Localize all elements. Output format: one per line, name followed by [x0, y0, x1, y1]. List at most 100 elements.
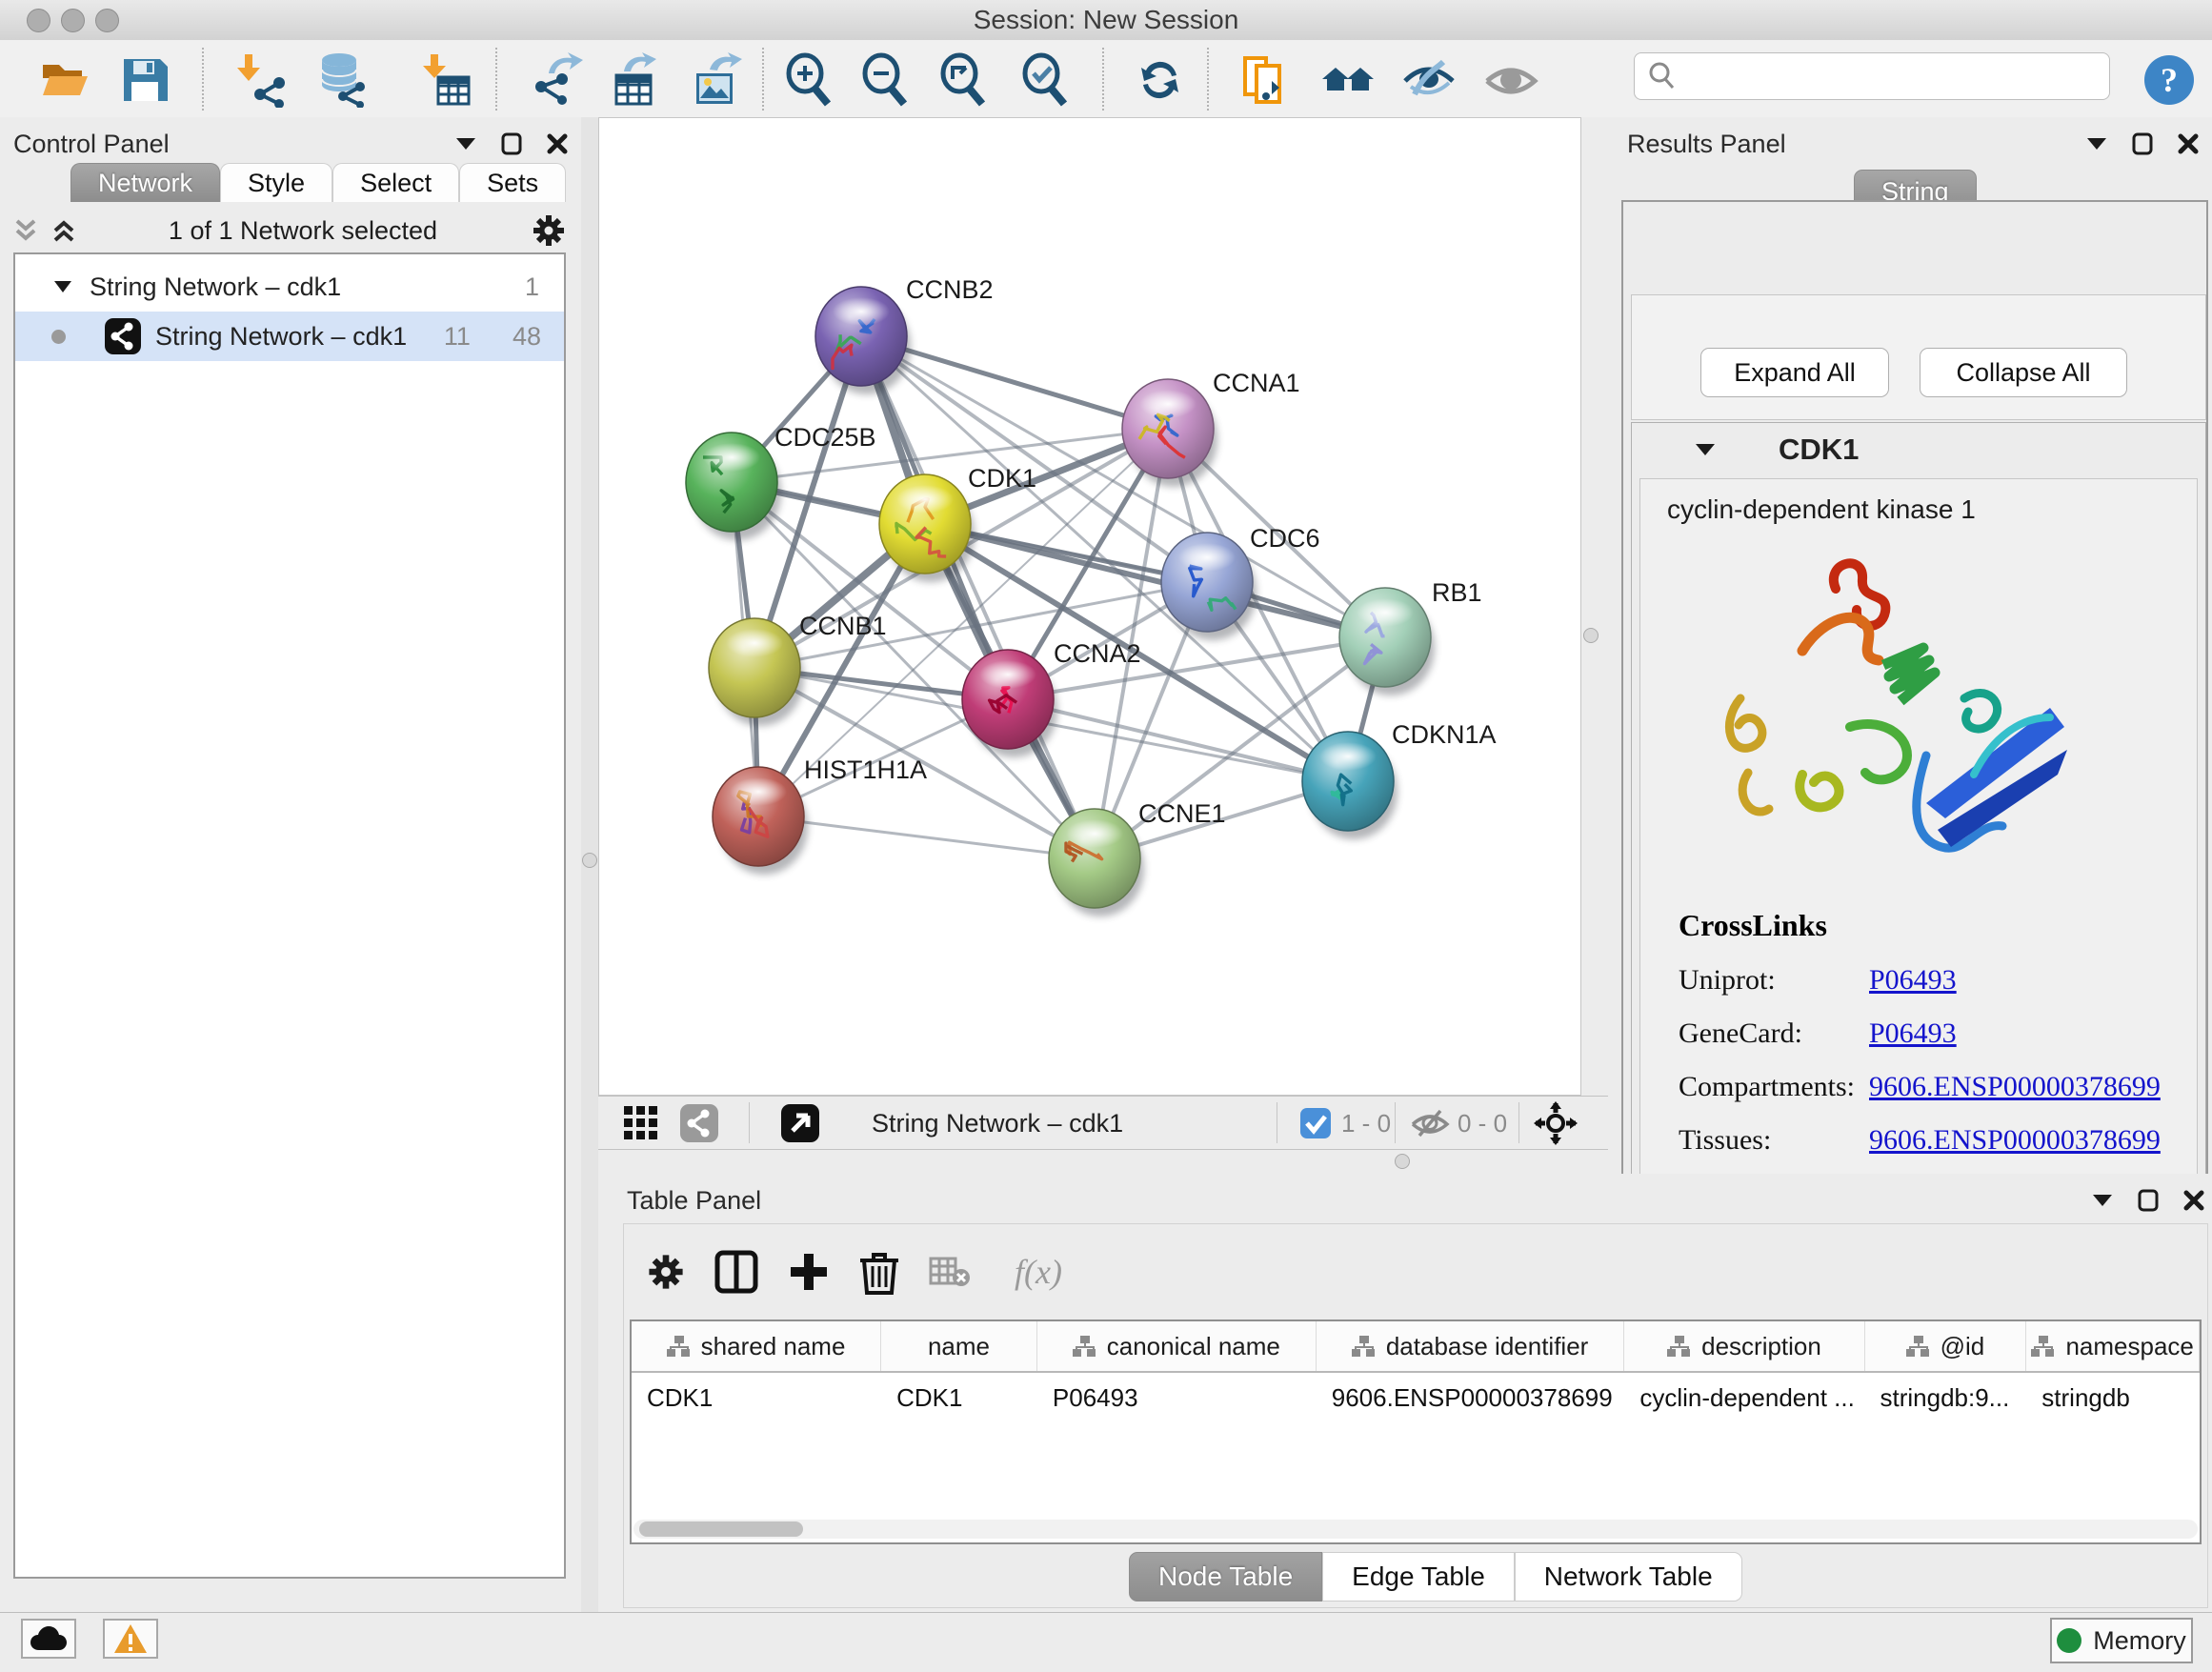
- network-share-view-icon[interactable]: [679, 1103, 719, 1143]
- control-panel-tabs: NetworkStyleSelectSets: [70, 163, 566, 202]
- selected-checkbox-icon[interactable]: [1299, 1103, 1332, 1143]
- grid-view-icon[interactable]: [622, 1103, 660, 1143]
- float-panel-icon[interactable]: [2138, 1189, 2159, 1212]
- table-cell[interactable]: P06493: [1037, 1373, 1317, 1422]
- warning-icon: [113, 1623, 148, 1654]
- close-panel-icon[interactable]: [547, 133, 568, 154]
- close-panel-icon[interactable]: [2178, 133, 2199, 154]
- search-box: [1634, 52, 2110, 100]
- network-row-selected[interactable]: String Network – cdk1 11 48: [15, 312, 564, 361]
- table-cell[interactable]: 9606.ENSP00000378699: [1317, 1373, 1625, 1422]
- add-column-icon[interactable]: [784, 1247, 834, 1297]
- panel-splitter[interactable]: [1581, 117, 1619, 1148]
- memory-label: Memory: [2093, 1626, 2186, 1656]
- expand-all-button[interactable]: Expand All: [1700, 348, 1889, 397]
- crosslink-link[interactable]: P06493: [1869, 964, 1957, 997]
- collapse-tree-icon[interactable]: [51, 218, 76, 243]
- hide-selected-icon[interactable]: [1401, 52, 1457, 108]
- splitter-handle[interactable]: [582, 853, 597, 868]
- table-cell[interactable]: cyclin-dependent ...: [1624, 1373, 1864, 1422]
- export-image-icon[interactable]: [689, 52, 744, 108]
- memory-button[interactable]: Memory: [2050, 1618, 2193, 1663]
- delete-table-icon[interactable]: [925, 1247, 975, 1297]
- table-cell[interactable]: stringdb:9...: [1865, 1373, 2027, 1422]
- gene-section-header[interactable]: CDK1: [1632, 423, 2205, 476]
- export-network-icon[interactable]: [530, 52, 585, 108]
- collapse-section-icon[interactable]: [1695, 443, 1716, 456]
- import-network-icon[interactable]: [231, 52, 287, 108]
- tab-select[interactable]: Select: [332, 163, 459, 202]
- tab-network[interactable]: Network: [70, 163, 220, 202]
- warning-button[interactable]: [103, 1619, 158, 1659]
- float-panel-icon[interactable]: [2132, 132, 2153, 155]
- close-panel-icon[interactable]: [2183, 1190, 2204, 1211]
- tab-network-table[interactable]: Network Table: [1515, 1552, 1742, 1601]
- zoom-window-icon[interactable]: [95, 9, 119, 32]
- expand-tree-icon[interactable]: [13, 218, 38, 243]
- detach-view-icon[interactable]: [780, 1103, 820, 1143]
- crosslink-link[interactable]: P06493: [1869, 1017, 1957, 1050]
- table-cell[interactable]: CDK1: [632, 1373, 881, 1422]
- crosslink-link[interactable]: 9606.ENSP00000378699: [1869, 1124, 2161, 1157]
- open-session-icon[interactable]: [37, 52, 92, 108]
- hidden-eye-icon[interactable]: [1410, 1103, 1450, 1143]
- column-header-database-identifier[interactable]: database identifier: [1317, 1321, 1625, 1371]
- collapse-row-icon[interactable]: [53, 280, 72, 293]
- column-header-name[interactable]: name: [881, 1321, 1037, 1371]
- column-header-shared-name[interactable]: shared name: [632, 1321, 881, 1371]
- table-cell[interactable]: stringdb: [2026, 1373, 2200, 1422]
- refresh-icon[interactable]: [1133, 52, 1188, 108]
- zoom-fit-icon[interactable]: [936, 52, 992, 108]
- collapse-all-button[interactable]: Collapse All: [1920, 348, 2127, 397]
- import-database-icon[interactable]: [314, 52, 370, 108]
- zoom-out-icon[interactable]: [858, 52, 914, 108]
- column-header-canonical-name[interactable]: canonical name: [1037, 1321, 1317, 1371]
- function-builder-icon[interactable]: f(x): [995, 1247, 1081, 1297]
- network-collection-row[interactable]: String Network – cdk1 1: [15, 262, 564, 312]
- splitter-handle[interactable]: [1583, 628, 1599, 643]
- first-neighbors-icon[interactable]: [1320, 52, 1376, 108]
- column-header-description[interactable]: description: [1624, 1321, 1864, 1371]
- panel-menu-icon[interactable]: [455, 137, 476, 151]
- network-canvas[interactable]: CCNB2CCNA1CDC25BCDK1CDC6RB1CCNB1CCNA2CDK…: [598, 117, 1581, 1096]
- crosslink-link[interactable]: 9606.ENSP00000378699: [1869, 1071, 2161, 1103]
- horizontal-scrollbar[interactable]: [633, 1520, 2198, 1539]
- save-session-icon[interactable]: [117, 52, 172, 108]
- search-input[interactable]: [1686, 61, 2109, 92]
- control-panel-title: Control Panel: [13, 130, 170, 159]
- column-header-namespace[interactable]: namespace: [2026, 1321, 2200, 1371]
- column-header--id[interactable]: @id: [1865, 1321, 2027, 1371]
- scrollbar-thumb[interactable]: [639, 1521, 803, 1537]
- show-all-icon[interactable]: [1483, 52, 1538, 108]
- float-panel-icon[interactable]: [501, 132, 522, 155]
- delete-column-icon[interactable]: [855, 1247, 904, 1297]
- cloud-button[interactable]: [21, 1619, 76, 1659]
- tab-node-table[interactable]: Node Table: [1129, 1552, 1322, 1601]
- minimize-window-icon[interactable]: [61, 9, 85, 32]
- close-window-icon[interactable]: [27, 9, 50, 32]
- network-graph[interactable]: CCNB2CCNA1CDC25BCDK1CDC6RB1CCNB1CCNA2CDK…: [599, 118, 1580, 1095]
- tab-sets[interactable]: Sets: [459, 163, 566, 202]
- panel-menu-icon[interactable]: [2086, 137, 2107, 151]
- show-columns-icon[interactable]: [712, 1247, 761, 1297]
- splitter-handle[interactable]: [1395, 1154, 1410, 1169]
- panel-menu-icon[interactable]: [2092, 1194, 2113, 1207]
- export-table-icon[interactable]: [609, 52, 664, 108]
- search-icon: [1646, 60, 1679, 92]
- node-table: shared namenamecanonical namedatabase id…: [630, 1319, 2202, 1544]
- panel-splitter[interactable]: [581, 117, 598, 1612]
- show-annotations-icon[interactable]: [1237, 52, 1293, 108]
- table-cell[interactable]: CDK1: [881, 1373, 1037, 1422]
- gear-icon[interactable]: [530, 212, 568, 250]
- tab-style[interactable]: Style: [220, 163, 332, 202]
- help-icon[interactable]: ?: [2142, 52, 2197, 108]
- table-settings-gear-icon[interactable]: [641, 1247, 691, 1297]
- network-view-title: String Network – cdk1: [872, 1103, 1123, 1143]
- import-table-icon[interactable]: [417, 52, 473, 108]
- zoom-in-icon[interactable]: [782, 52, 837, 108]
- pan-crosshair-icon[interactable]: [1534, 1103, 1578, 1143]
- network-label: String Network – cdk1: [155, 322, 407, 352]
- tab-edge-table[interactable]: Edge Table: [1322, 1552, 1515, 1601]
- zoom-selected-icon[interactable]: [1018, 52, 1074, 108]
- table-row[interactable]: CDK1CDK1P064939606.ENSP00000378699cyclin…: [632, 1373, 2200, 1422]
